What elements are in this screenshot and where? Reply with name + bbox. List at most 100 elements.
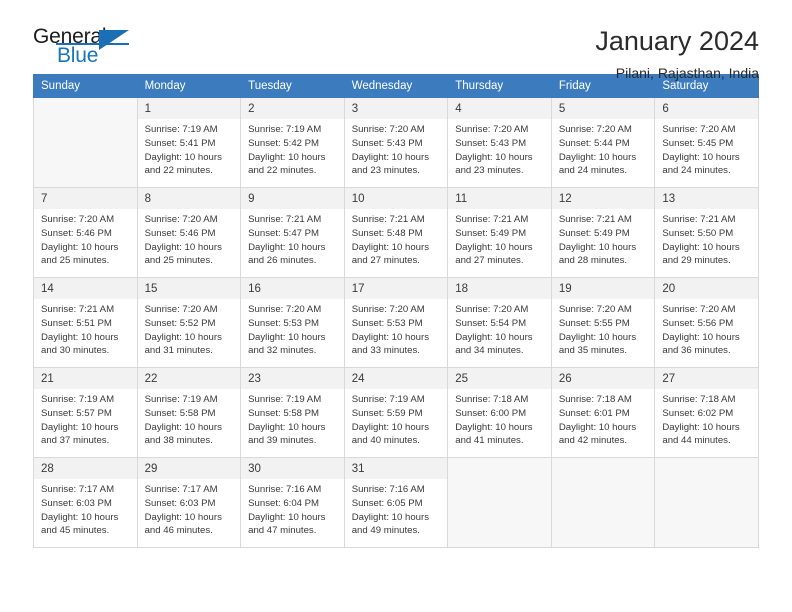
sun-times-detail: Sunrise: 7:20 AM Sunset: 5:52 PM Dayligh… <box>144 304 222 357</box>
calendar-day-cell[interactable]: 2 Sunrise: 7:19 AM Sunset: 5:42 PM Daylig… <box>240 97 345 188</box>
day-cell-content: 16 Sunrise: 7:20 AM Sunset: 5:53 PM Dayli… <box>241 278 344 358</box>
calendar-day-cell[interactable]: 14 Sunrise: 7:21 AM Sunset: 5:51 PM Dayli… <box>33 277 138 368</box>
calendar-page: General Blue January 2024 Pilani, Rajast… <box>0 0 792 612</box>
day-number: 4 <box>448 98 551 120</box>
day-cell-content: 1 Sunrise: 7:19 AM Sunset: 5:41 PM Daylig… <box>137 98 241 178</box>
page-title: January 2024 <box>595 26 759 56</box>
day-number: 30 <box>241 458 344 480</box>
calendar-day-cell[interactable]: 27 Sunrise: 7:18 AM Sunset: 6:02 PM Dayli… <box>654 367 759 458</box>
sun-times-detail: Sunrise: 7:20 AM Sunset: 5:43 PM Dayligh… <box>455 124 533 177</box>
day-number: 19 <box>551 278 655 300</box>
calendar-day-cell[interactable]: 1 Sunrise: 7:19 AM Sunset: 5:41 PM Daylig… <box>136 97 242 188</box>
calendar-day-cell[interactable]: 3 Sunrise: 7:20 AM Sunset: 5:43 PM Daylig… <box>343 97 449 188</box>
day-cell-content: 23 Sunrise: 7:19 AM Sunset: 5:58 PM Dayli… <box>241 368 344 448</box>
day-cell-content: 18 Sunrise: 7:20 AM Sunset: 5:54 PM Dayli… <box>448 278 551 358</box>
day-cell-content: 6 Sunrise: 7:20 AM Sunset: 5:45 PM Daylig… <box>655 98 758 178</box>
sun-times-detail: Sunrise: 7:20 AM Sunset: 5:45 PM Dayligh… <box>662 124 740 177</box>
calendar-day-cell[interactable]: 24 Sunrise: 7:19 AM Sunset: 5:59 PM Dayli… <box>343 367 449 458</box>
sun-times-detail: Sunrise: 7:19 AM Sunset: 5:41 PM Dayligh… <box>144 124 222 177</box>
day-number: 23 <box>241 368 344 390</box>
day-number: 27 <box>655 368 758 390</box>
calendar-day-cell[interactable]: 17 Sunrise: 7:20 AM Sunset: 5:53 PM Dayli… <box>343 277 449 368</box>
day-number: 8 <box>137 188 241 210</box>
calendar-week-row: 1 Sunrise: 7:19 AM Sunset: 5:41 PM Daylig… <box>33 97 759 188</box>
calendar-day-cell[interactable]: 18 Sunrise: 7:20 AM Sunset: 5:54 PM Dayli… <box>447 277 552 368</box>
calendar-cell-empty <box>33 97 138 188</box>
location-label: Pilani, Rajasthan, India <box>615 65 759 82</box>
calendar-day-cell[interactable]: 4 Sunrise: 7:20 AM Sunset: 5:43 PM Daylig… <box>447 97 552 188</box>
sun-times-detail: Sunrise: 7:20 AM Sunset: 5:46 PM Dayligh… <box>41 214 119 267</box>
calendar-week-row: 21 Sunrise: 7:19 AM Sunset: 5:57 PM Dayli… <box>33 367 759 458</box>
calendar-day-cell[interactable]: 5 Sunrise: 7:20 AM Sunset: 5:44 PM Daylig… <box>550 97 656 188</box>
day-cell-content: 29 Sunrise: 7:17 AM Sunset: 6:03 PM Dayli… <box>137 458 241 538</box>
weekday-header-tuesday: Tuesday <box>240 74 345 98</box>
calendar-day-cell[interactable]: 15 Sunrise: 7:20 AM Sunset: 5:52 PM Dayli… <box>136 277 242 368</box>
day-cell-content: 8 Sunrise: 7:20 AM Sunset: 5:46 PM Daylig… <box>137 188 241 268</box>
sun-times-detail: Sunrise: 7:19 AM Sunset: 5:42 PM Dayligh… <box>248 124 326 177</box>
calendar-day-cell[interactable]: 22 Sunrise: 7:19 AM Sunset: 5:58 PM Dayli… <box>136 367 242 458</box>
day-cell-content: 11 Sunrise: 7:21 AM Sunset: 5:49 PM Dayli… <box>448 188 551 268</box>
day-cell-content: 22 Sunrise: 7:19 AM Sunset: 5:58 PM Dayli… <box>137 368 241 448</box>
day-number: 13 <box>655 188 758 210</box>
day-number: 1 <box>137 98 241 120</box>
day-cell-content: 19 Sunrise: 7:20 AM Sunset: 5:55 PM Dayli… <box>551 278 655 358</box>
calendar-body: 1 Sunrise: 7:19 AM Sunset: 5:41 PM Daylig… <box>33 97 759 548</box>
calendar-day-cell[interactable]: 21 Sunrise: 7:19 AM Sunset: 5:57 PM Dayli… <box>33 367 138 458</box>
calendar-day-cell[interactable]: 26 Sunrise: 7:18 AM Sunset: 6:01 PM Dayli… <box>550 367 656 458</box>
brand-logo[interactable]: General Blue <box>33 26 143 70</box>
calendar-day-cell[interactable]: 9 Sunrise: 7:21 AM Sunset: 5:47 PM Daylig… <box>240 187 345 278</box>
calendar-cell-empty <box>654 457 759 548</box>
day-cell-content: 3 Sunrise: 7:20 AM Sunset: 5:43 PM Daylig… <box>344 98 448 178</box>
calendar-day-cell[interactable]: 31 Sunrise: 7:16 AM Sunset: 6:05 PM Dayli… <box>343 457 449 548</box>
calendar-cell-empty <box>550 457 656 548</box>
sun-times-detail: Sunrise: 7:21 AM Sunset: 5:49 PM Dayligh… <box>558 214 637 267</box>
day-number: 7 <box>34 188 137 210</box>
sun-times-detail: Sunrise: 7:19 AM Sunset: 5:57 PM Dayligh… <box>41 394 119 447</box>
day-number: 9 <box>241 188 344 210</box>
calendar-day-cell[interactable]: 25 Sunrise: 7:18 AM Sunset: 6:00 PM Dayli… <box>447 367 552 458</box>
sun-times-detail: Sunrise: 7:18 AM Sunset: 6:01 PM Dayligh… <box>558 394 637 447</box>
sun-times-detail: Sunrise: 7:19 AM Sunset: 5:58 PM Dayligh… <box>248 394 326 447</box>
day-number: 17 <box>344 278 448 300</box>
calendar-day-cell[interactable]: 6 Sunrise: 7:20 AM Sunset: 5:45 PM Daylig… <box>654 97 759 188</box>
calendar-day-cell[interactable]: 10 Sunrise: 7:21 AM Sunset: 5:48 PM Dayli… <box>343 187 449 278</box>
day-cell-content: 27 Sunrise: 7:18 AM Sunset: 6:02 PM Dayli… <box>655 368 758 448</box>
calendar-week-row: 14 Sunrise: 7:21 AM Sunset: 5:51 PM Dayli… <box>33 277 759 368</box>
sun-times-detail: Sunrise: 7:20 AM Sunset: 5:54 PM Dayligh… <box>455 304 533 357</box>
calendar-day-cell[interactable]: 12 Sunrise: 7:21 AM Sunset: 5:49 PM Dayli… <box>550 187 656 278</box>
day-cell-content: 15 Sunrise: 7:20 AM Sunset: 5:52 PM Dayli… <box>137 278 241 358</box>
day-number: 15 <box>137 278 241 300</box>
day-number: 25 <box>448 368 551 390</box>
sun-times-detail: Sunrise: 7:18 AM Sunset: 6:02 PM Dayligh… <box>662 394 740 447</box>
calendar-day-cell[interactable]: 20 Sunrise: 7:20 AM Sunset: 5:56 PM Dayli… <box>654 277 759 368</box>
sun-times-detail: Sunrise: 7:17 AM Sunset: 6:03 PM Dayligh… <box>41 484 119 537</box>
calendar-day-cell[interactable]: 28 Sunrise: 7:17 AM Sunset: 6:03 PM Dayli… <box>33 457 138 548</box>
weekday-header-monday: Monday <box>136 74 242 98</box>
calendar-day-cell[interactable]: 30 Sunrise: 7:16 AM Sunset: 6:04 PM Dayli… <box>240 457 345 548</box>
calendar-day-cell[interactable]: 7 Sunrise: 7:20 AM Sunset: 5:46 PM Daylig… <box>33 187 138 278</box>
day-cell-content: 10 Sunrise: 7:21 AM Sunset: 5:48 PM Dayli… <box>344 188 448 268</box>
calendar-day-cell[interactable]: 13 Sunrise: 7:21 AM Sunset: 5:50 PM Dayli… <box>654 187 759 278</box>
sun-times-detail: Sunrise: 7:20 AM Sunset: 5:44 PM Dayligh… <box>558 124 637 177</box>
sun-times-detail: Sunrise: 7:21 AM Sunset: 5:49 PM Dayligh… <box>455 214 533 267</box>
day-number: 20 <box>655 278 758 300</box>
day-number: 11 <box>448 188 551 210</box>
calendar-day-cell[interactable]: 19 Sunrise: 7:20 AM Sunset: 5:55 PM Dayli… <box>550 277 656 368</box>
sun-times-detail: Sunrise: 7:20 AM Sunset: 5:56 PM Dayligh… <box>662 304 740 357</box>
calendar-day-cell[interactable]: 11 Sunrise: 7:21 AM Sunset: 5:49 PM Dayli… <box>447 187 552 278</box>
sun-times-detail: Sunrise: 7:17 AM Sunset: 6:03 PM Dayligh… <box>144 484 222 537</box>
day-number: 18 <box>448 278 551 300</box>
calendar-day-cell[interactable]: 23 Sunrise: 7:19 AM Sunset: 5:58 PM Dayli… <box>240 367 345 458</box>
day-cell-content: 9 Sunrise: 7:21 AM Sunset: 5:47 PM Daylig… <box>241 188 344 268</box>
triangle-play-icon <box>99 30 129 50</box>
calendar-day-cell[interactable]: 29 Sunrise: 7:17 AM Sunset: 6:03 PM Dayli… <box>136 457 242 548</box>
calendar-day-cell[interactable]: 8 Sunrise: 7:20 AM Sunset: 5:46 PM Daylig… <box>136 187 242 278</box>
day-cell-content: 7 Sunrise: 7:20 AM Sunset: 5:46 PM Daylig… <box>34 188 137 268</box>
sun-times-detail: Sunrise: 7:21 AM Sunset: 5:51 PM Dayligh… <box>41 304 119 357</box>
sun-times-detail: Sunrise: 7:19 AM Sunset: 5:59 PM Dayligh… <box>351 394 430 447</box>
day-number: 28 <box>34 458 137 480</box>
page-header: General Blue January 2024 Pilani, Rajast… <box>33 0 759 81</box>
sun-times-detail: Sunrise: 7:19 AM Sunset: 5:58 PM Dayligh… <box>144 394 222 447</box>
day-number: 14 <box>34 278 137 300</box>
calendar-day-cell[interactable]: 16 Sunrise: 7:20 AM Sunset: 5:53 PM Dayli… <box>240 277 345 368</box>
